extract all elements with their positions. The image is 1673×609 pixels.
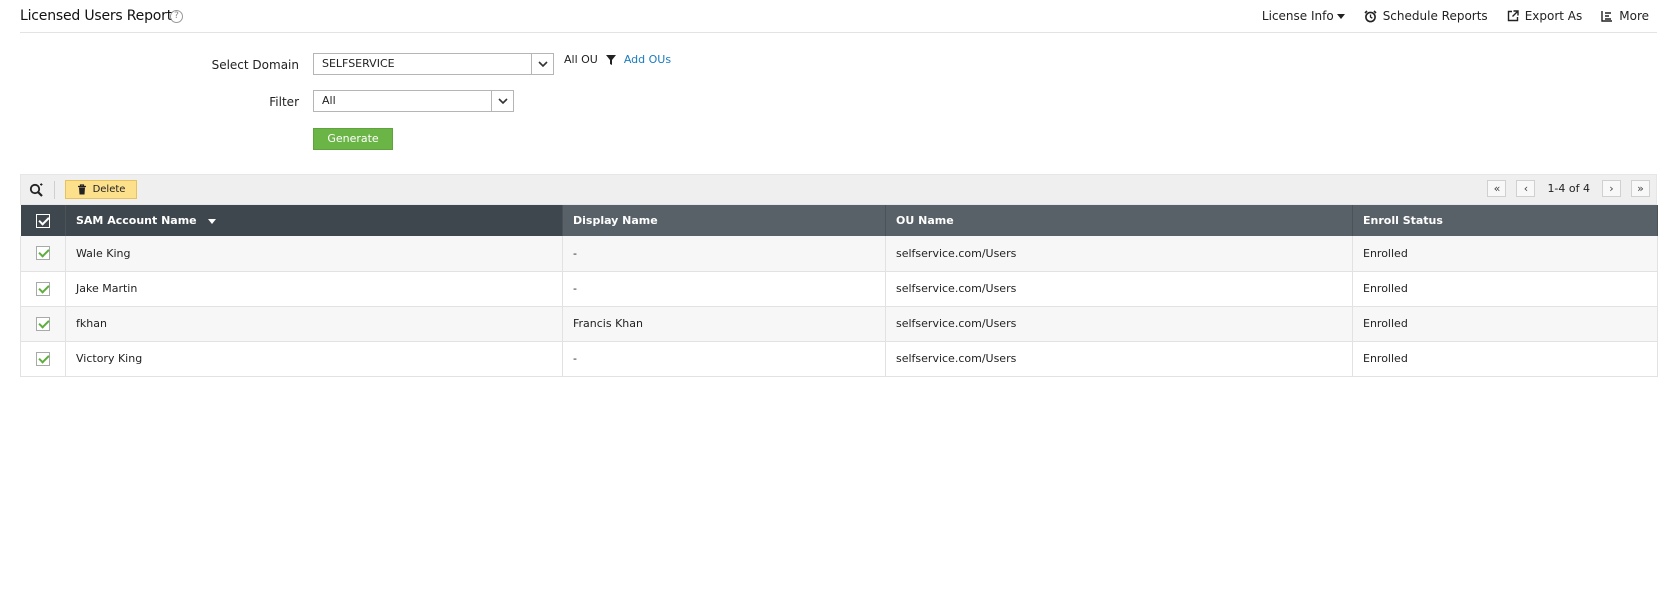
table-row[interactable]: Wale King - selfservice.com/Users Enroll… (20, 236, 1658, 272)
page-title: Licensed Users Report (20, 8, 172, 24)
ou-scope-label: All OU (564, 53, 598, 66)
chevron-down-icon[interactable] (491, 91, 513, 111)
page-header: Licensed Users Report ? License Info Sch… (20, 0, 1657, 33)
more-label: More (1619, 9, 1649, 23)
row-select-cell (20, 306, 66, 342)
sam-account-cell: Victory King (65, 341, 563, 377)
table-row[interactable]: fkhan Francis Khan selfservice.com/Users… (20, 306, 1658, 342)
ou-name-cell: selfservice.com/Users (885, 271, 1353, 307)
chevron-down-icon[interactable] (531, 54, 553, 74)
ou-selector: All OU Add OUs (564, 53, 671, 66)
schedule-reports-button[interactable]: Schedule Reports (1364, 9, 1488, 23)
more-list-icon (1601, 11, 1613, 22)
domain-select-value: SELFSERVICE (322, 57, 395, 70)
sam-account-cell: Wale King (65, 236, 563, 272)
table-row[interactable]: Victory King - selfservice.com/Users Enr… (20, 341, 1658, 377)
row-checkbox[interactable] (36, 351, 50, 366)
generate-button[interactable]: Generate (313, 128, 393, 150)
display-name-cell: - (562, 341, 886, 377)
export-as-button[interactable]: Export As (1507, 9, 1583, 23)
column-header-ou-name[interactable]: OU Name (885, 205, 1353, 236)
schedule-reports-label: Schedule Reports (1382, 9, 1488, 23)
row-checkbox[interactable] (36, 246, 50, 261)
ou-name-cell: selfservice.com/Users (885, 236, 1353, 272)
toolbar-divider (54, 181, 55, 199)
row-checkbox[interactable] (36, 281, 50, 296)
search-icon[interactable] (29, 183, 44, 198)
sort-desc-icon (208, 218, 217, 224)
license-info-label: License Info (1261, 9, 1334, 23)
licensed-users-table: SAM Account Name Display Name OU Name En… (20, 205, 1658, 377)
filter-select-value: All (322, 94, 336, 107)
pagination: « ‹ 1-4 of 4 › » (1487, 180, 1650, 197)
display-name-cell: Francis Khan (562, 306, 886, 342)
trash-icon (77, 184, 86, 195)
sam-account-cell: Jake Martin (65, 271, 563, 307)
ou-name-cell: selfservice.com/Users (885, 306, 1353, 342)
header-actions: License Info Schedule Reports Export As (1243, 9, 1649, 23)
caret-down-icon (1336, 13, 1345, 19)
column-header-label: SAM Account Name (76, 214, 197, 227)
sam-account-cell: fkhan (65, 306, 563, 342)
delete-label: Delete (92, 184, 126, 195)
enroll-status-cell: Enrolled (1352, 341, 1658, 377)
select-all-cell (20, 205, 66, 236)
row-checkbox[interactable] (36, 316, 50, 331)
select-domain-label: Select Domain (211, 58, 299, 72)
column-header-sam-account-name[interactable]: SAM Account Name (65, 205, 563, 236)
delete-button[interactable]: Delete (65, 180, 137, 199)
row-select-cell (20, 341, 66, 377)
column-header-display-name[interactable]: Display Name (562, 205, 886, 236)
filter-select[interactable]: All (313, 90, 514, 112)
enroll-status-cell: Enrolled (1352, 271, 1658, 307)
alarm-clock-icon (1364, 9, 1377, 22)
more-button[interactable]: More (1601, 9, 1649, 23)
column-header-label: Display Name (573, 214, 658, 227)
row-select-cell (20, 271, 66, 307)
row-select-cell (20, 236, 66, 272)
add-ous-link[interactable]: Add OUs (624, 53, 671, 66)
first-page-icon[interactable]: « (1487, 180, 1507, 197)
display-name-cell: - (562, 236, 886, 272)
select-all-checkbox[interactable] (35, 213, 50, 228)
ou-name-cell: selfservice.com/Users (885, 341, 1353, 377)
column-header-enroll-status[interactable]: Enroll Status (1352, 205, 1658, 236)
next-page-icon[interactable]: › (1602, 180, 1621, 197)
table-row[interactable]: Jake Martin - selfservice.com/Users Enro… (20, 271, 1658, 307)
display-name-cell: - (562, 271, 886, 307)
grid-toolbar: Delete « ‹ 1-4 of 4 › » (20, 174, 1657, 205)
prev-page-icon[interactable]: ‹ (1516, 180, 1536, 197)
domain-select[interactable]: SELFSERVICE (313, 53, 554, 75)
enroll-status-cell: Enrolled (1352, 236, 1658, 272)
column-header-label: OU Name (896, 214, 954, 227)
help-icon[interactable]: ? (170, 10, 183, 23)
filter-icon[interactable] (605, 54, 616, 65)
last-page-icon[interactable]: » (1631, 180, 1650, 197)
filter-label: Filter (269, 95, 299, 109)
export-icon (1507, 10, 1519, 22)
table-header-row: SAM Account Name Display Name OU Name En… (20, 205, 1658, 236)
page-info: 1-4 of 4 (1547, 182, 1590, 195)
enroll-status-cell: Enrolled (1352, 306, 1658, 342)
column-header-label: Enroll Status (1363, 214, 1443, 227)
license-info-menu[interactable]: License Info (1262, 9, 1345, 23)
export-as-label: Export As (1524, 9, 1583, 23)
